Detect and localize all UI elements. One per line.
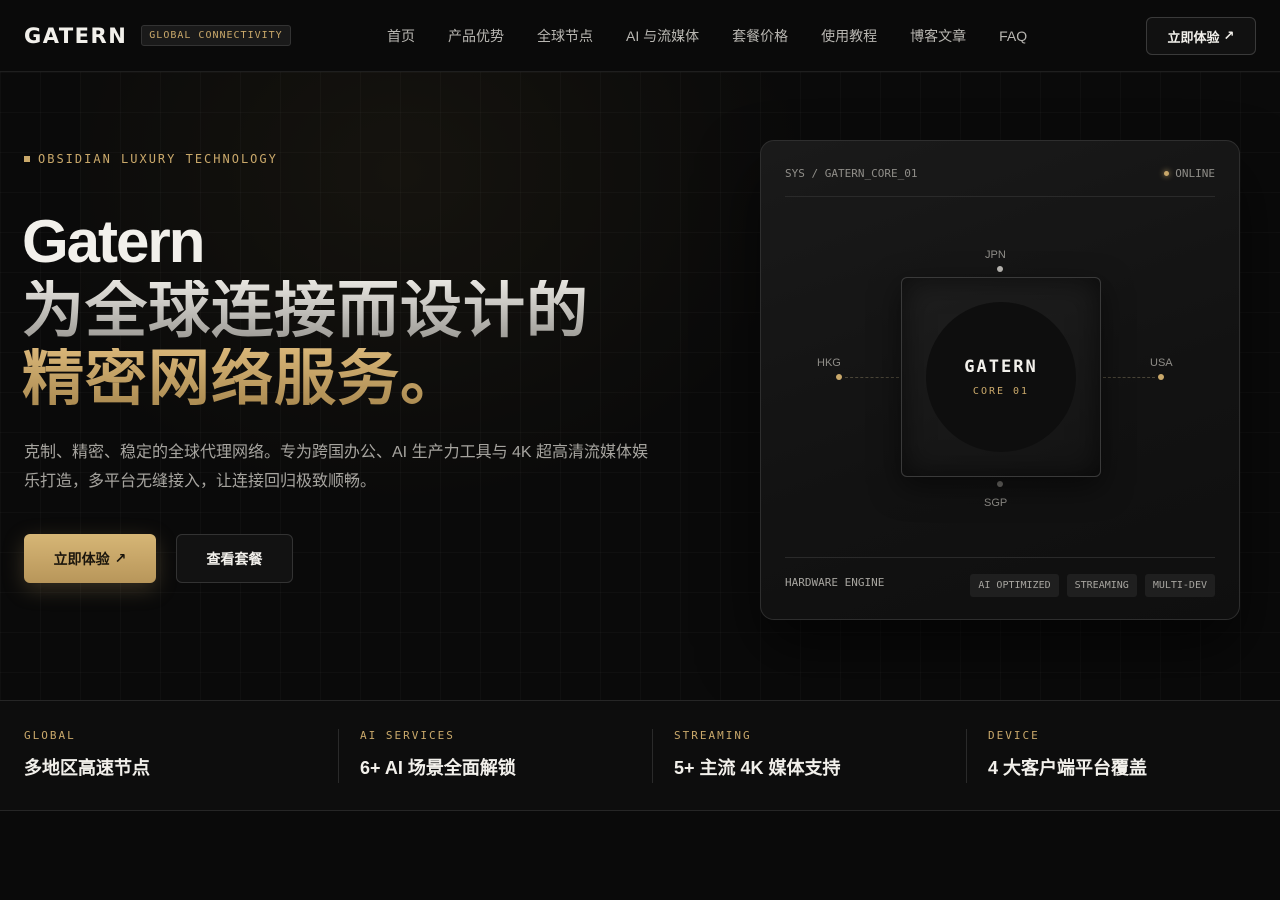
feature-tags: AI OPTIMIZED STREAMING MULTI-DEV — [970, 574, 1215, 597]
node-dot-usa — [1158, 374, 1164, 380]
hero-primary-button[interactable]: 立即体验 ↗ — [24, 534, 156, 583]
card-header: SYS / GATERN_CORE_01 ONLINE — [785, 167, 1215, 197]
status-text: ONLINE — [1175, 167, 1215, 180]
chip-subtitle: CORE 01 — [972, 386, 1030, 397]
stat-eyebrow: AI SERVICES — [360, 729, 455, 742]
nav-item-ai-streaming[interactable]: AI 与流媒体 — [626, 26, 699, 46]
node-dot-jpn — [997, 266, 1003, 272]
arrow-up-right-icon: ↗ — [114, 550, 127, 566]
stat-value: 4 大客户端平台覆盖 — [988, 758, 1148, 778]
stat-value: 6+ AI 场景全面解锁 — [360, 758, 516, 778]
main-nav: 首页 产品优势 全球节点 AI 与流媒体 套餐价格 使用教程 博客文章 FAQ — [387, 0, 1060, 72]
nav-item-pricing[interactable]: 套餐价格 — [732, 26, 788, 46]
chip-core: GATERN CORE 01 — [926, 302, 1076, 452]
chip-title: GATERN — [964, 357, 1038, 377]
node-label-jpn: JPN — [985, 249, 1006, 261]
stat-streaming: STREAMING 5+ 主流 4K 媒体支持 — [652, 729, 952, 783]
node-label-sgp: SGP — [984, 497, 1008, 509]
stat-global: GLOBAL 多地区高速节点 — [24, 729, 324, 783]
stat-value: 5+ 主流 4K 媒体支持 — [674, 758, 841, 778]
stat-eyebrow: GLOBAL — [24, 729, 76, 742]
hero-title-line2: 为全球连接而设计的 — [22, 276, 590, 345]
tag-streaming: STREAMING — [1066, 574, 1137, 597]
stat-ai-services: AI SERVICES 6+ AI 场景全面解锁 — [338, 729, 638, 783]
hero-description: 克制、精密、稳定的全球代理网络。专为跨国办公、AI 生产力工具与 4K 超高清流… — [24, 444, 649, 490]
nav-item-faq[interactable]: FAQ — [999, 28, 1027, 44]
hero-title-line3: 精密网络服务。 — [22, 344, 464, 413]
square-bullet-icon — [24, 156, 30, 162]
stat-eyebrow: STREAMING — [674, 729, 752, 742]
node-label-hkg: HKG — [817, 357, 841, 369]
connection-line-hkg — [845, 377, 899, 378]
connection-line-usa — [1103, 377, 1155, 378]
status-indicator: ONLINE — [1164, 167, 1215, 196]
site-header: GATERN GLOBAL CONNECTIVITY 首页 产品优势 全球节点 … — [0, 0, 1280, 72]
node-dot-sgp — [997, 481, 1003, 487]
nav-item-home[interactable]: 首页 — [387, 26, 415, 46]
nav-item-nodes[interactable]: 全球节点 — [537, 26, 593, 46]
arrow-up-right-icon: ↗ — [1223, 28, 1235, 43]
stats-bar: GLOBAL 多地区高速节点 AI SERVICES 6+ AI 场景全面解锁 … — [0, 700, 1280, 811]
stat-value: 多地区高速节点 — [24, 758, 150, 778]
header-cta-label: 立即体验 — [1167, 29, 1220, 45]
node-label-usa: USA — [1150, 357, 1173, 369]
card-footer: HARDWARE ENGINE AI OPTIMIZED STREAMING M… — [785, 557, 1215, 597]
hero-eyebrow-text: OBSIDIAN LUXURY TECHNOLOGY — [38, 152, 278, 166]
tag-multi-dev: MULTI-DEV — [1144, 574, 1215, 597]
header-cta-button[interactable]: 立即体验 ↗ — [1146, 17, 1256, 55]
stat-device: DEVICE 4 大客户端平台覆盖 — [966, 729, 1256, 783]
nav-item-features[interactable]: 产品优势 — [448, 26, 504, 46]
hero-eyebrow: OBSIDIAN LUXURY TECHNOLOGY — [24, 152, 278, 166]
hero-secondary-button[interactable]: 查看套餐 — [176, 534, 293, 583]
node-dot-hkg — [836, 374, 842, 380]
core-chip: GATERN CORE 01 — [901, 277, 1101, 477]
engine-label: HARDWARE ENGINE — [785, 576, 885, 589]
nav-item-blog[interactable]: 博客文章 — [910, 26, 966, 46]
system-label: SYS / GATERN_CORE_01 — [785, 167, 918, 180]
status-led-icon — [1164, 171, 1170, 176]
nav-item-tutorial[interactable]: 使用教程 — [821, 26, 877, 46]
logo-badge: GLOBAL CONNECTIVITY — [141, 25, 291, 46]
stat-eyebrow: DEVICE — [988, 729, 1040, 742]
hero-primary-label: 立即体验 — [53, 550, 110, 567]
hardware-card: SYS / GATERN_CORE_01 ONLINE JPN HKG USA … — [760, 140, 1240, 620]
hero-title-line1: Gatern — [22, 208, 205, 275]
tag-ai-optimized: AI OPTIMIZED — [970, 574, 1059, 597]
logo[interactable]: GATERN — [24, 24, 127, 48]
